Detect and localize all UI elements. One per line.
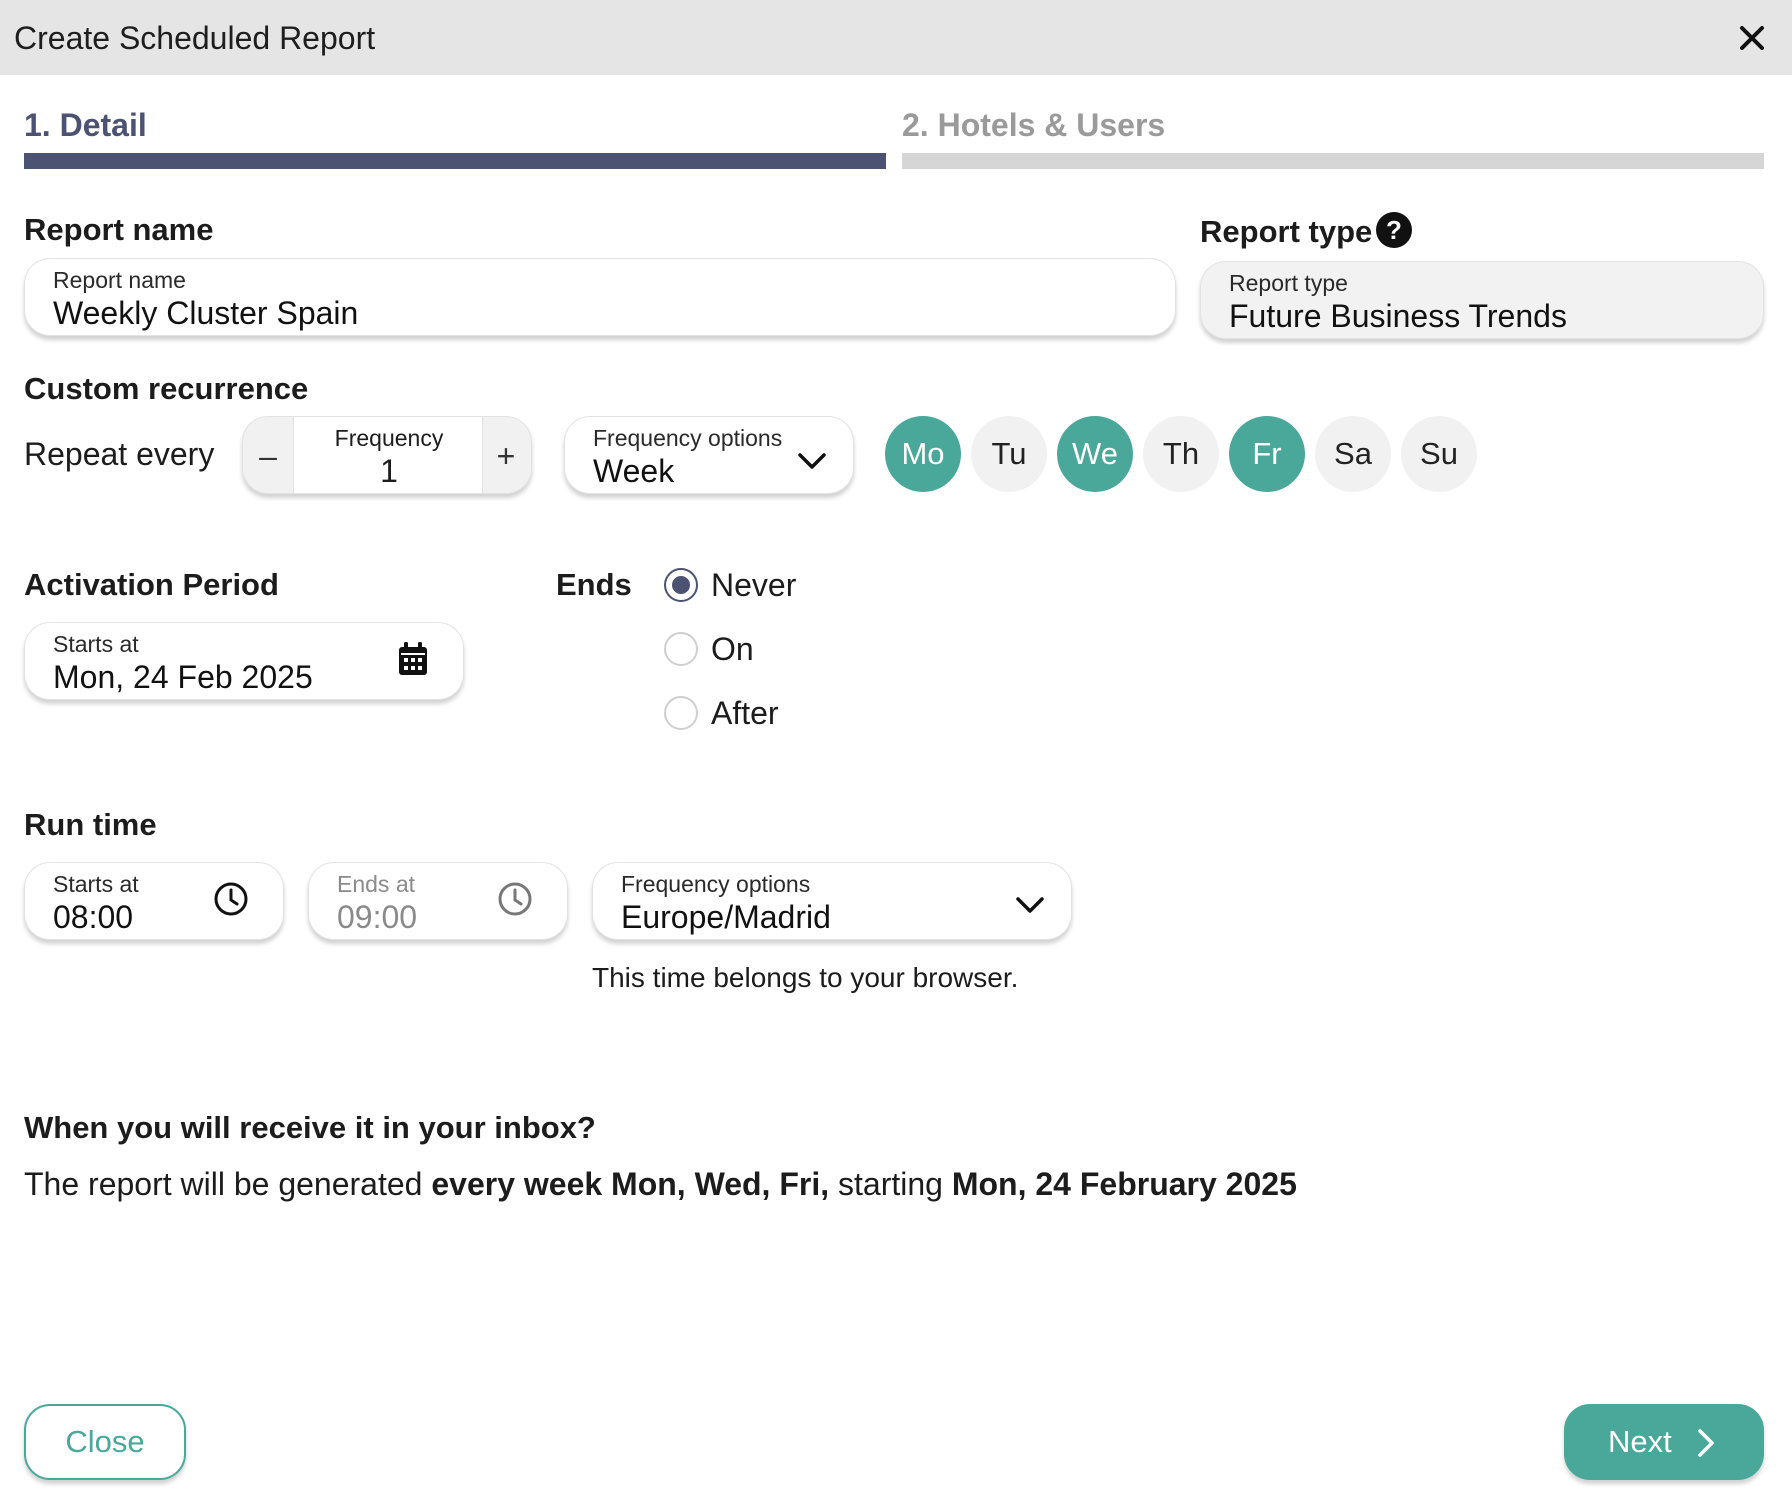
day-toggle-mo[interactable]: Mo xyxy=(885,416,961,492)
frequency-options-select[interactable]: Frequency options Week xyxy=(564,416,854,494)
day-toggle-sa[interactable]: Sa xyxy=(1315,416,1391,492)
summary-question: When you will receive it in your inbox? xyxy=(24,1110,596,1145)
summary-middle: starting xyxy=(829,1166,952,1202)
report-type-field-label: Report type xyxy=(1229,270,1348,296)
chevron-down-icon xyxy=(1016,897,1044,913)
run-time-heading: Run time xyxy=(24,807,157,842)
activation-period-heading: Activation Period xyxy=(24,567,279,602)
summary-text: The report will be generated every week … xyxy=(24,1164,1297,1204)
chevron-down-icon xyxy=(798,453,826,469)
report-name-field-label: Report name xyxy=(53,267,186,293)
clock-icon[interactable] xyxy=(497,881,533,917)
run-time-start-value: 08:00 xyxy=(53,899,134,935)
activation-start-date-input[interactable]: Starts at Mon, 24 Feb 2025 xyxy=(24,622,464,700)
day-toggle-we[interactable]: We xyxy=(1057,416,1133,492)
frequency-input[interactable]: Frequency 1 xyxy=(293,417,483,493)
calendar-icon[interactable] xyxy=(397,641,429,677)
ends-on-radio[interactable] xyxy=(664,632,698,666)
day-toggle-fr[interactable]: Fr xyxy=(1229,416,1305,492)
report-type-field: Report type Future Business Trends xyxy=(1200,261,1764,339)
next-button[interactable]: Next xyxy=(1564,1404,1764,1480)
frequency-label: Frequency xyxy=(334,425,444,451)
next-button-label: Next xyxy=(1608,1424,1672,1459)
run-time-end-value: 09:00 xyxy=(337,899,418,935)
step-detail[interactable]: 1. Detail xyxy=(24,105,147,145)
timezone-select[interactable]: Frequency options Europe/Madrid xyxy=(592,862,1072,940)
chevron-right-icon xyxy=(1698,1429,1714,1457)
close-button[interactable]: Close xyxy=(24,1404,186,1480)
question-circle-icon[interactable]: ? xyxy=(1376,212,1412,248)
ends-never-label: Never xyxy=(711,567,797,603)
close-icon[interactable] xyxy=(1732,18,1772,58)
increment-button[interactable]: + xyxy=(481,417,531,493)
summary-prefix: The report will be generated xyxy=(24,1166,432,1202)
run-time-start-label: Starts at xyxy=(53,871,139,897)
frequency-options-value: Week xyxy=(593,453,675,489)
step-hotels-users-progress xyxy=(902,153,1764,169)
ends-label: Ends xyxy=(556,567,632,602)
report-name-heading: Report name xyxy=(24,212,214,247)
frequency-value: 1 xyxy=(380,453,398,489)
report-name-input[interactable]: Report name Weekly Cluster Spain xyxy=(24,258,1176,336)
day-toggle-th[interactable]: Th xyxy=(1143,416,1219,492)
clock-icon[interactable] xyxy=(213,881,249,917)
summary-start-date: Mon, 24 February 2025 xyxy=(951,1166,1297,1202)
step-hotels-users[interactable]: 2. Hotels & Users xyxy=(902,105,1165,145)
report-type-value: Future Business Trends xyxy=(1229,298,1567,334)
run-time-end-label: Ends at xyxy=(337,871,415,897)
activation-start-label: Starts at xyxy=(53,631,139,657)
timezone-label: Frequency options xyxy=(621,871,811,897)
ends-after-label: After xyxy=(711,695,779,731)
ends-never-radio[interactable] xyxy=(664,568,698,602)
run-time-end-input[interactable]: Ends at 09:00 xyxy=(308,862,568,940)
frequency-options-label: Frequency options xyxy=(593,425,783,451)
report-name-value: Weekly Cluster Spain xyxy=(53,295,359,331)
day-toggle-tu[interactable]: Tu xyxy=(971,416,1047,492)
step-detail-progress xyxy=(24,153,886,169)
frequency-stepper: – Frequency 1 + xyxy=(242,416,532,494)
ends-on-label: On xyxy=(711,631,754,667)
report-type-heading: Report type xyxy=(1200,214,1373,249)
ends-after-radio[interactable] xyxy=(664,696,698,730)
custom-recurrence-heading: Custom recurrence xyxy=(24,371,309,406)
activation-start-value: Mon, 24 Feb 2025 xyxy=(53,659,313,695)
dialog-header: Create Scheduled Report xyxy=(0,0,1792,75)
timezone-value: Europe/Madrid xyxy=(621,899,831,935)
repeat-every-label: Repeat every xyxy=(24,436,215,472)
timezone-note: This time belongs to your browser. xyxy=(592,962,1019,993)
decrement-button[interactable]: – xyxy=(243,417,293,493)
summary-schedule: every week Mon, Wed, Fri, xyxy=(431,1166,830,1202)
run-time-start-input[interactable]: Starts at 08:00 xyxy=(24,862,284,940)
day-toggle-su[interactable]: Su xyxy=(1401,416,1477,492)
dialog-title: Create Scheduled Report xyxy=(14,20,376,56)
